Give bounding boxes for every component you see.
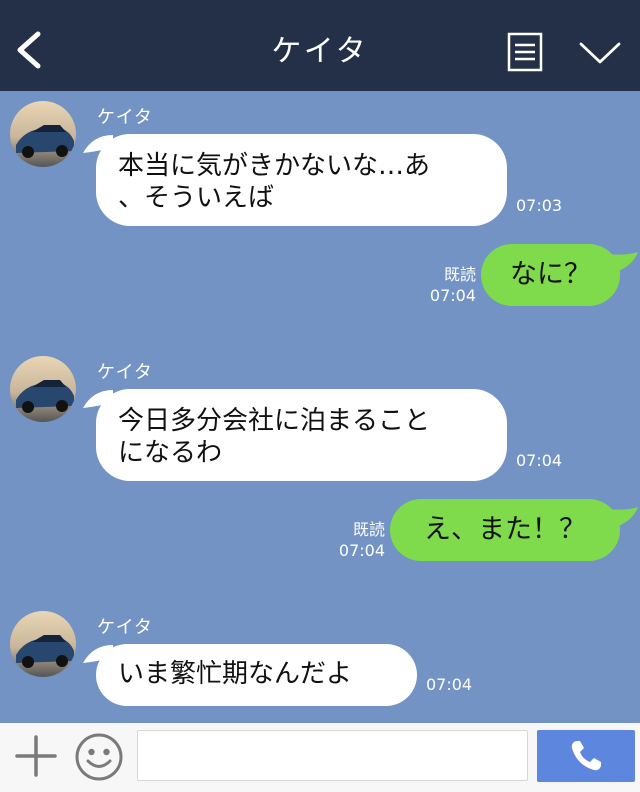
phone-icon [571, 741, 601, 771]
car-icon [10, 356, 76, 422]
sender-name: ケイタ [97, 617, 153, 638]
message-time: 07:04 [429, 286, 476, 305]
read-status: 既読 07:04 [325, 519, 385, 561]
note-icon[interactable] [507, 32, 543, 72]
incoming-bubble[interactable]: 本当に気がきかないな…あ 、そういえば [96, 134, 507, 226]
read-status: 既読 07:04 [416, 264, 476, 306]
message-line: 今日多分会社に泊まること [118, 406, 431, 436]
chevron-down-icon[interactable] [578, 38, 622, 66]
message-line: 本当に気がきかないな…あ [118, 151, 431, 181]
message-line: になるわ [118, 438, 223, 468]
message-time: 07:03 [516, 196, 563, 215]
chat-header: ケイタ [0, 0, 640, 91]
avatar[interactable] [10, 356, 76, 422]
avatar[interactable] [10, 611, 76, 677]
incoming-bubble[interactable]: 今日多分会社に泊まること になるわ [96, 389, 507, 481]
message-line: 、そういえば [118, 183, 275, 213]
smiley-icon[interactable] [74, 732, 124, 782]
sender-name: ケイタ [97, 362, 153, 383]
message-time: 07:04 [426, 675, 473, 694]
call-button[interactable] [537, 730, 635, 782]
message-list[interactable]: ケイタ 本当に気がきかないな…あ 、そういえば 07:03 既読 07:04 な… [0, 91, 640, 723]
outgoing-bubble[interactable]: なに？ [481, 244, 620, 306]
message-line: いま繁忙期なんだよ [118, 659, 353, 689]
chat-title: ケイタ [271, 34, 369, 69]
incoming-bubble[interactable]: いま繁忙期なんだよ [96, 644, 417, 706]
message-text: なに？ [510, 259, 591, 290]
read-label: 既読 [352, 520, 385, 539]
car-icon [10, 611, 76, 677]
car-icon [10, 101, 76, 167]
message-input[interactable] [137, 730, 528, 781]
read-label: 既読 [443, 265, 476, 284]
message-time: 07:04 [516, 451, 563, 470]
avatar[interactable] [10, 101, 76, 167]
message-time: 07:04 [338, 541, 385, 560]
plus-icon[interactable] [14, 734, 58, 778]
sender-name: ケイタ [97, 107, 153, 128]
outgoing-bubble[interactable]: え、また！？ [390, 499, 620, 561]
message-text: え、また！？ [424, 514, 586, 545]
